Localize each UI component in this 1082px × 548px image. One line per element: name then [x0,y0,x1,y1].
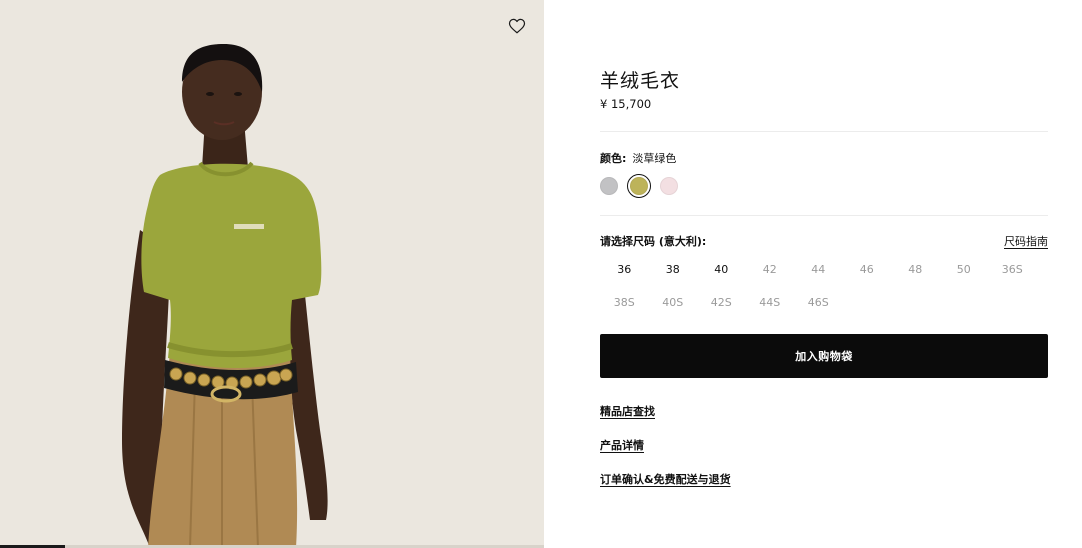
size-option[interactable]: 42 [746,258,795,280]
size-option[interactable]: 42S [697,291,746,313]
product-info-link[interactable]: 产品详情 [600,439,644,452]
size-option[interactable]: 44 [794,258,843,280]
product-title: 羊绒毛衣 [600,70,681,92]
size-option[interactable]: 38S [600,291,649,313]
color-swatch[interactable] [627,174,651,198]
product-price: ¥ 15,700 [600,97,652,111]
add-to-bag-button[interactable]: 加入购物袋 [600,334,1048,378]
divider [600,131,1048,132]
color-label: 颜色: [600,152,627,165]
size-options: 36 38 40 42 44 46 48 50 36S 38S 40S 42S 44S 46S [600,258,1048,313]
size-guide-link[interactable]: 尺码指南 [1004,233,1048,249]
divider [600,215,1048,216]
product-info-link[interactable]: 精品店查找 [600,405,655,418]
product-info-links: 精品店查找产品详情订单确认&免费配送与退货 [600,400,731,487]
size-option[interactable]: 46 [843,258,892,280]
product-info-link[interactable]: 订单确认&免费配送与退货 [600,473,731,486]
color-selector-header: 颜色: 淡草绿色 [600,150,676,166]
size-option[interactable]: 36S [988,258,1037,280]
size-option[interactable]: 46S [794,291,843,313]
size-option[interactable]: 36 [600,258,649,280]
size-option[interactable]: 38 [649,258,698,280]
selected-color-name: 淡草绿色 [632,152,677,165]
size-label: 请选择尺码 (意大利): [600,235,707,248]
color-swatches [600,174,678,198]
color-swatch[interactable] [660,177,678,195]
size-option[interactable]: 48 [891,258,940,280]
color-swatch[interactable] [600,177,618,195]
size-option[interactable]: 40S [649,291,698,313]
size-selector-header: 请选择尺码 (意大利): 尺码指南 [600,233,1048,249]
size-option[interactable]: 40 [697,258,746,280]
size-option[interactable]: 50 [940,258,989,280]
product-photo [122,44,328,548]
heart-icon[interactable] [508,17,526,35]
size-option[interactable]: 44S [746,291,795,313]
product-image-panel [0,0,544,548]
